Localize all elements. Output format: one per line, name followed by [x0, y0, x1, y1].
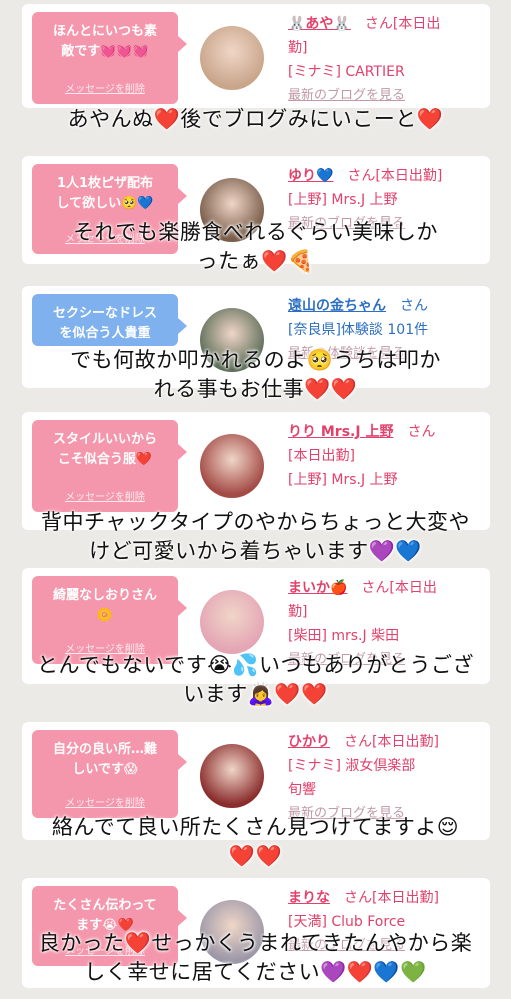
- sender-suffix: さん[本日出勤]: [333, 168, 443, 184]
- avatar[interactable]: [200, 744, 264, 808]
- bubble-text: 🌼: [96, 608, 114, 623]
- message-bubble: セクシーなドレス を似合う人貴重: [32, 294, 187, 346]
- message-bubble: 自分の良い所…難 しいです😱 メッセージを削除: [32, 730, 187, 818]
- bubble-tail: [178, 444, 187, 460]
- bubble-text: を似合う人貴重: [59, 326, 151, 341]
- sender-status: 勤]: [288, 604, 308, 620]
- sender-name-link[interactable]: まいか🍎: [288, 580, 347, 596]
- bubble-tail: [178, 188, 187, 204]
- caption-overlay: あやんぬ❤️後でブログみにいこーと❤️: [0, 105, 511, 134]
- caption-line: ったぁ❤️🍕: [196, 249, 315, 273]
- sender-name-link[interactable]: まりな: [288, 890, 330, 906]
- bubble-text: 敵です💓💓💓: [61, 44, 149, 59]
- caption-line: しく幸せに居てください💜❤️💙💚: [84, 960, 427, 984]
- sender-suffix: さん[本日出: [347, 580, 437, 596]
- message-bubble: ほんとにいつも素 敵です💓💓💓 メッセージを削除: [32, 12, 187, 104]
- caption-overlay: でも何故か叩かれるのよ🥺うちは叩か れる事もお仕事❤️❤️: [0, 346, 511, 404]
- caption-overlay: 良かった❤️せっかくうまれてきたんやから楽 しく幸せに居てください💜❤️💙💚: [0, 929, 511, 987]
- sender-info: 🐰あや🐰 さん[本日出 勤] [ミナミ] CARTIER 最新のブログを見る: [288, 12, 484, 108]
- sender-location: [上野] Mrs.J 上野: [288, 192, 398, 208]
- caption-line: とんでもないです😭💦いつもありがとうござ: [36, 653, 474, 677]
- bubble-text: スタイルいいから: [52, 432, 157, 447]
- sender-name-link[interactable]: 遠山の金ちゃん: [288, 298, 386, 314]
- avatar[interactable]: [200, 26, 264, 90]
- sender-suffix: さん[本日出: [350, 16, 441, 32]
- bubble-text: 1人1枚ピザ配布: [56, 176, 154, 191]
- sender-info: りり Mrs.J 上野 さん [本日出勤] [上野] Mrs.J 上野: [288, 420, 484, 492]
- caption-line: ❤️❤️: [228, 844, 283, 868]
- avatar[interactable]: [200, 590, 264, 654]
- sender-location: [ミナミ] CARTIER: [288, 64, 405, 80]
- caption-line: あやんぬ❤️後でブログみにいこーと❤️: [67, 107, 444, 131]
- caption-line: でも何故か叩かれるのよ🥺うちは叩か: [70, 348, 441, 372]
- bubble-text: 自分の良い所…難: [52, 742, 157, 757]
- caption-line: れる事もお仕事❤️❤️: [153, 377, 358, 401]
- sender-status: 勤]: [288, 40, 308, 56]
- sender-name-link[interactable]: ひかり: [288, 734, 330, 750]
- bubble-text: して欲しい🥺💙: [56, 196, 154, 211]
- sender-suffix: さん: [386, 298, 428, 314]
- bubble-tail: [178, 754, 187, 770]
- sender-line: まりな さん[本日出勤]: [288, 886, 484, 910]
- caption-overlay: とんでもないです😭💦いつもありがとうござ います🙇‍♀️❤️❤️: [0, 651, 511, 709]
- sender-name-link[interactable]: 🐰あや🐰: [288, 16, 351, 32]
- avatar[interactable]: [200, 434, 264, 498]
- caption-line: それでも楽勝食べれるぐらい美味しか: [73, 220, 438, 244]
- bubble-text: しいです😱: [72, 762, 138, 777]
- bubble-text: たくさん伝わって: [53, 898, 157, 913]
- delete-message-link[interactable]: メッセージを削除: [32, 80, 178, 100]
- sender-suffix: さん: [393, 424, 436, 440]
- sender-line: まいか🍎 さん[本日出: [288, 576, 484, 600]
- bubble-text: セクシーなドレス: [52, 306, 157, 321]
- sender-status: [本日出勤]: [288, 448, 355, 464]
- bubble-tail: [178, 36, 187, 52]
- caption-overlay: 背中チャックタイプのやからちょっと大変や けど可愛いから着ちゃいます💜💙: [0, 508, 511, 566]
- sender-line: 🐰あや🐰 さん[本日出: [288, 12, 484, 36]
- sender-location: 旬響: [288, 782, 316, 798]
- bubble-text: ほんとにいつも素: [52, 24, 157, 39]
- bubble-tail: [178, 910, 187, 926]
- caption-line: 良かった❤️せっかくうまれてきたんやから楽: [38, 931, 473, 955]
- sender-suffix: さん[本日出勤]: [330, 890, 439, 906]
- sender-line: 遠山の金ちゃん さん: [288, 294, 484, 318]
- sender-suffix: さん[本日出勤]: [330, 734, 439, 750]
- caption-line: けど可愛いから着ちゃいます💜💙: [89, 539, 422, 563]
- sender-line: ひかり さん[本日出勤]: [288, 730, 484, 754]
- sender-line: りり Mrs.J 上野 さん: [288, 420, 484, 444]
- sender-location: [柴田] mrs.J 柴田: [288, 628, 400, 644]
- delete-message-link[interactable]: メッセージを削除: [32, 794, 178, 814]
- caption-line: います🙇‍♀️❤️❤️: [183, 682, 328, 706]
- sender-line: ゆり💙 さん[本日出勤]: [288, 164, 484, 188]
- bubble-text: こそ似合う服❤️: [57, 452, 153, 467]
- sender-location: [奈良県]体験談 101件: [288, 322, 429, 338]
- bubble-tail: [178, 600, 187, 616]
- bubble-tail: [178, 318, 187, 334]
- sender-name-link[interactable]: ゆり💙: [288, 168, 333, 184]
- sender-info: ひかり さん[本日出勤] [ミナミ] 淑女倶楽部 旬響 最新のブログを見る: [288, 730, 484, 826]
- message-bubble: スタイルいいから こそ似合う服❤️ メッセージを削除: [32, 420, 187, 512]
- sender-status: [ミナミ] 淑女倶楽部: [288, 758, 416, 774]
- caption-overlay: 絡んでて良い所たくさん見つけてますよ😌 ❤️❤️: [0, 813, 511, 871]
- sender-location: [上野] Mrs.J 上野: [288, 472, 398, 488]
- bubble-text: 綺麗なしおりさん: [52, 588, 157, 603]
- caption-line: 絡んでて良い所たくさん見つけてますよ😌: [51, 815, 460, 839]
- sender-name-link[interactable]: りり Mrs.J 上野: [288, 424, 393, 440]
- message-card: ほんとにいつも素 敵です💓💓💓 メッセージを削除 🐰あや🐰 さん[本日出勤] [ミナミ]…: [22, 4, 490, 108]
- delete-message-link[interactable]: メッセージを削除: [32, 488, 178, 508]
- caption-line: 背中チャックタイプのやからちょっと大変や: [41, 510, 470, 534]
- caption-overlay: それでも楽勝食べれるぐらい美味しか ったぁ❤️🍕: [0, 218, 511, 276]
